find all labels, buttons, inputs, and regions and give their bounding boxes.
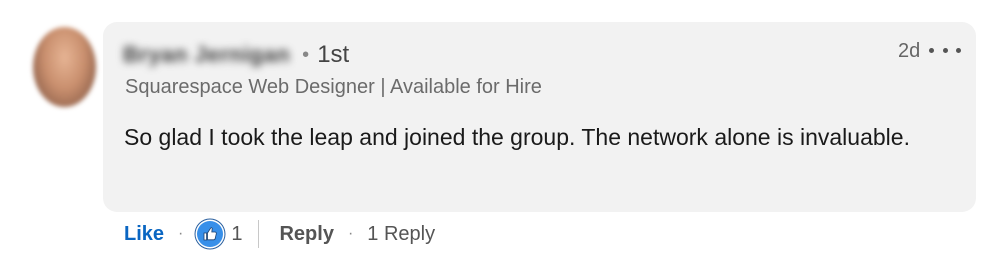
separator-dot: • [302, 43, 310, 66]
avatar[interactable] [33, 27, 96, 107]
separator-dot: · [347, 225, 354, 242]
reply-button[interactable]: Reply [279, 223, 333, 246]
comment-timestamp: 2d [898, 40, 921, 62]
comment-header: Bryan Jernigan • 1st [123, 40, 349, 70]
connection-degree: 1st [317, 41, 350, 68]
divider [258, 220, 260, 248]
comment-actions: Like · 1 Reply · 1 Reply [124, 218, 435, 250]
more-options-icon[interactable] [929, 44, 961, 56]
comment-text: So glad I took the leap and joined the g… [124, 124, 910, 150]
reply-count-link[interactable]: 1 Reply [367, 223, 435, 246]
separator-dot: · [178, 225, 184, 242]
author-headline: Squarespace Web Designer | Available for… [125, 76, 542, 98]
thumbs-up-icon[interactable] [197, 221, 224, 247]
reaction-count[interactable]: 1 [231, 223, 242, 246]
like-button[interactable]: Like [124, 223, 164, 246]
author-name[interactable]: Bryan Jernigan [123, 42, 290, 68]
